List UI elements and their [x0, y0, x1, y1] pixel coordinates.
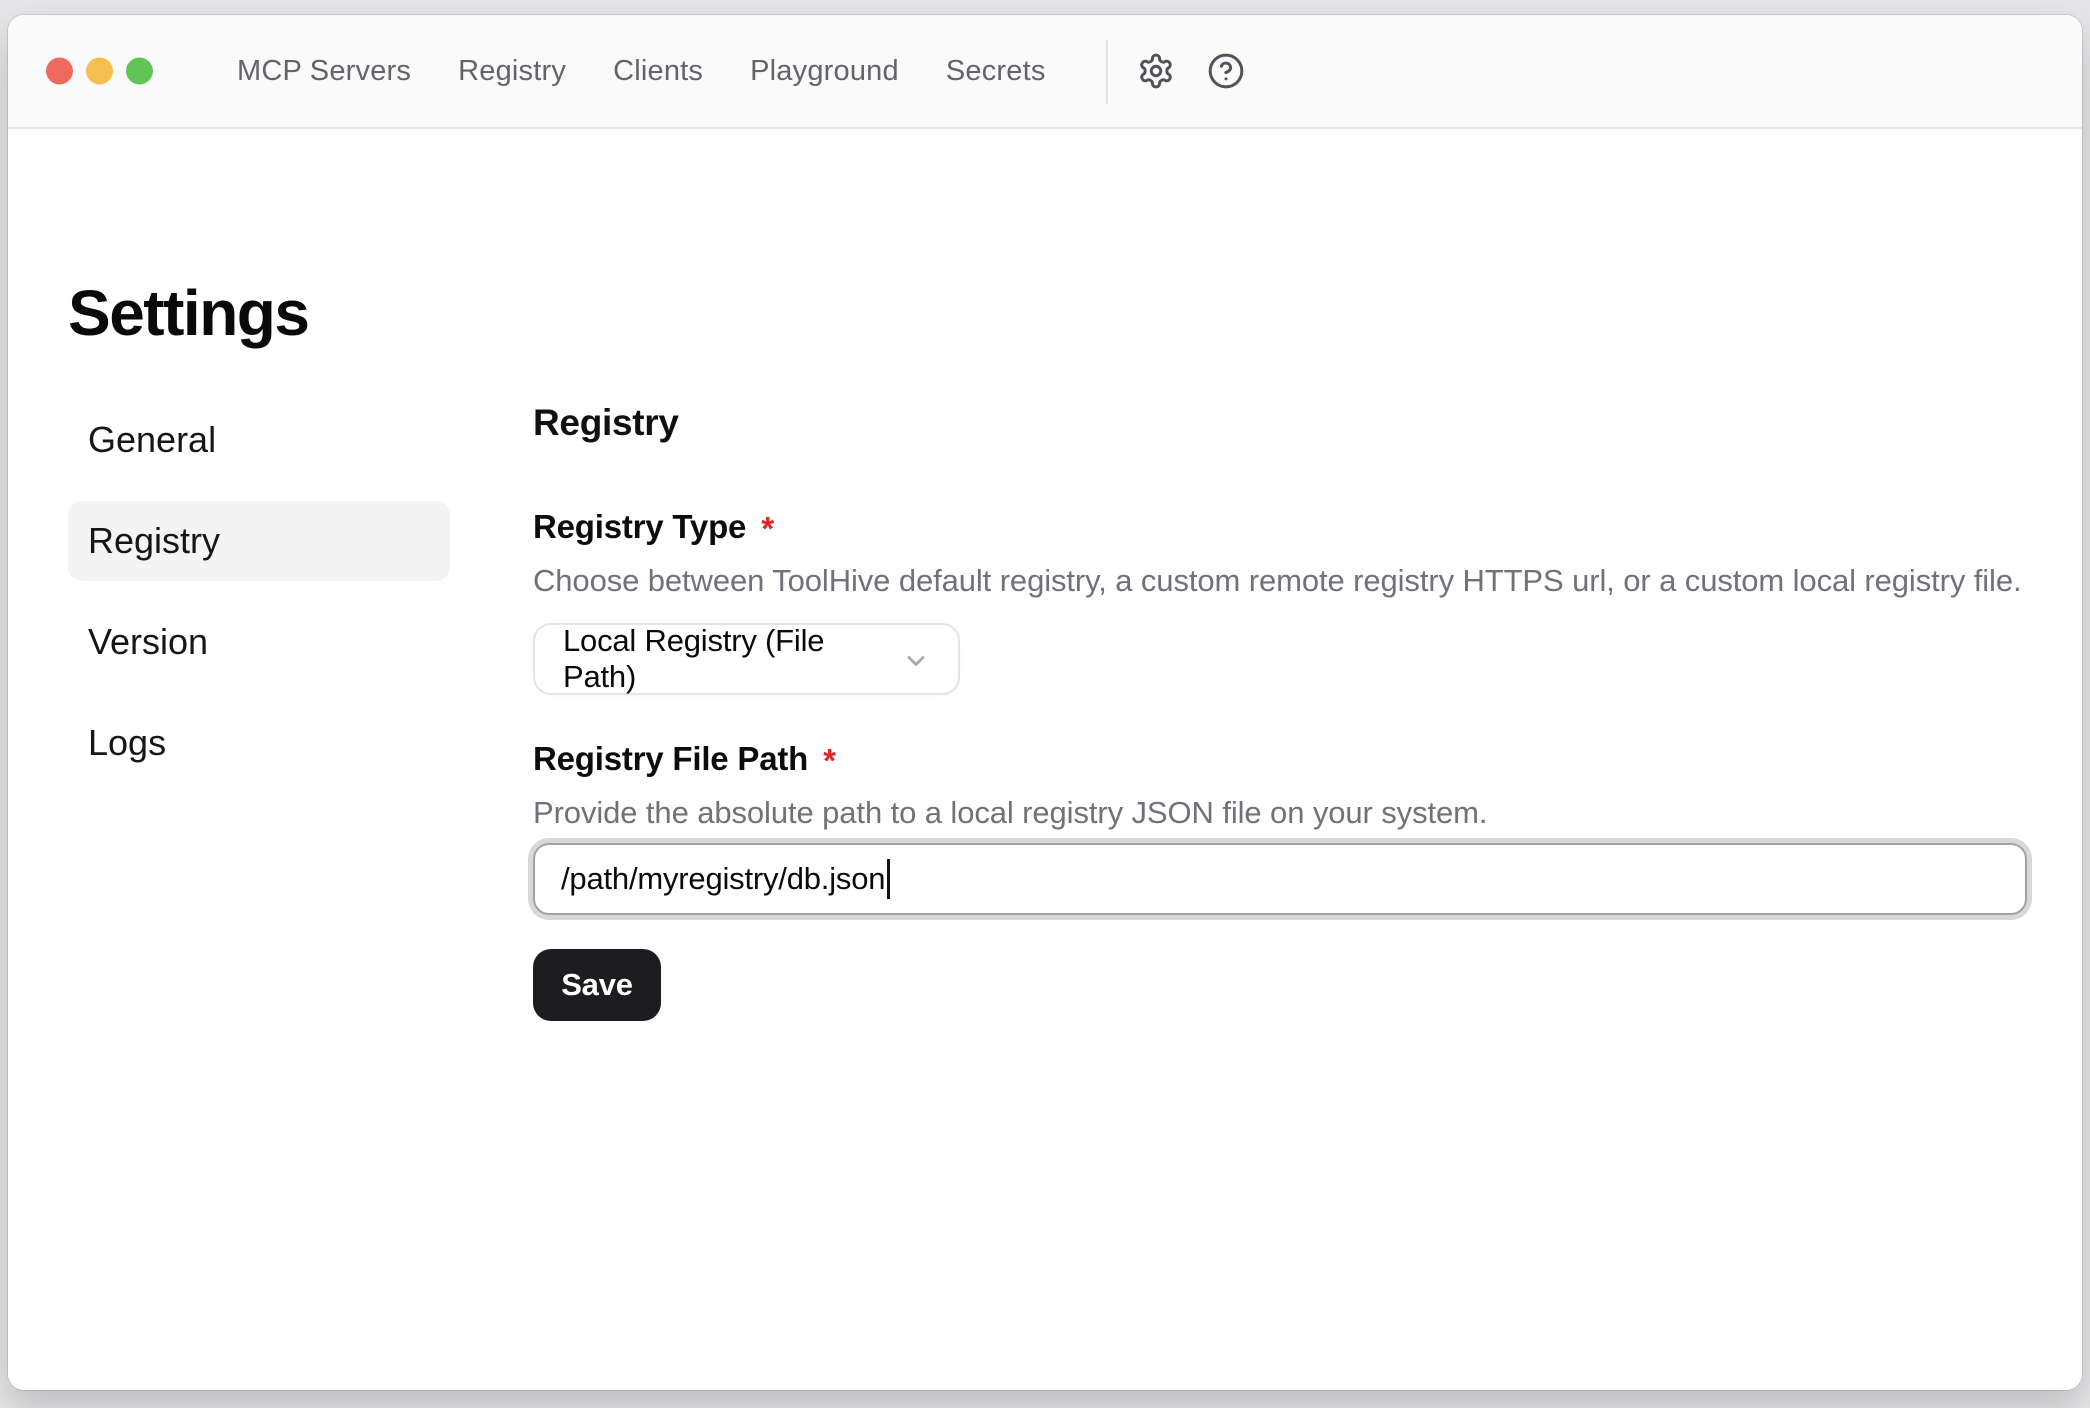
- section-heading: Registry: [533, 402, 2027, 443]
- registry-type-select[interactable]: Local Registry (File Path): [533, 623, 960, 695]
- page-title: Settings: [68, 281, 308, 345]
- save-button[interactable]: Save: [533, 949, 661, 1021]
- title-bar: MCP Servers Registry Clients Playground …: [8, 15, 2082, 129]
- required-marker: *: [761, 507, 774, 551]
- text-cursor: [887, 859, 890, 899]
- nav-item-secrets[interactable]: Secrets: [946, 55, 1046, 88]
- sidebar-item-label: Logs: [88, 722, 166, 764]
- registry-type-selected-value: Local Registry (File Path): [563, 623, 876, 695]
- registry-settings-panel: Registry Registry Type * Choose between …: [533, 402, 2027, 1021]
- nav-item-clients[interactable]: Clients: [613, 55, 703, 88]
- registry-file-path-input[interactable]: /path/myregistry/db.json: [533, 843, 2027, 915]
- settings-page: Settings General Registry Version Logs R…: [8, 129, 2082, 1390]
- app-window: MCP Servers Registry Clients Playground …: [8, 15, 2082, 1390]
- zoom-window-button[interactable]: [126, 58, 153, 85]
- nav-item-mcp-servers[interactable]: MCP Servers: [237, 55, 411, 88]
- registry-type-description: Choose between ToolHive default registry…: [533, 561, 2027, 601]
- window-controls: [46, 58, 153, 85]
- sidebar-item-label: Version: [88, 621, 208, 663]
- nav-item-registry[interactable]: Registry: [458, 55, 566, 88]
- nav-item-playground[interactable]: Playground: [750, 55, 899, 88]
- close-window-button[interactable]: [46, 58, 73, 85]
- sidebar-item-label: General: [88, 419, 216, 461]
- gear-icon: [1137, 52, 1175, 90]
- chevron-down-icon: [902, 647, 930, 675]
- help-circle-icon: [1207, 52, 1245, 90]
- titlebar-divider: [1106, 40, 1108, 104]
- sidebar-item-registry[interactable]: Registry: [68, 501, 450, 581]
- sidebar-item-label: Registry: [88, 520, 220, 562]
- sidebar-item-general[interactable]: General: [68, 400, 450, 480]
- required-marker: *: [823, 739, 836, 783]
- settings-gear-button[interactable]: [1136, 51, 1176, 91]
- registry-file-path-description: Provide the absolute path to a local reg…: [533, 793, 2027, 833]
- top-navigation: MCP Servers Registry Clients Playground …: [237, 15, 1046, 127]
- registry-file-path-label: Registry File Path: [533, 739, 808, 779]
- sidebar-item-version[interactable]: Version: [68, 602, 450, 682]
- sidebar-item-logs[interactable]: Logs: [68, 703, 450, 783]
- help-button[interactable]: [1206, 51, 1246, 91]
- minimize-window-button[interactable]: [86, 58, 113, 85]
- settings-sidebar: General Registry Version Logs: [68, 400, 450, 783]
- registry-type-label: Registry Type: [533, 507, 746, 547]
- registry-file-path-value: /path/myregistry/db.json: [561, 861, 885, 897]
